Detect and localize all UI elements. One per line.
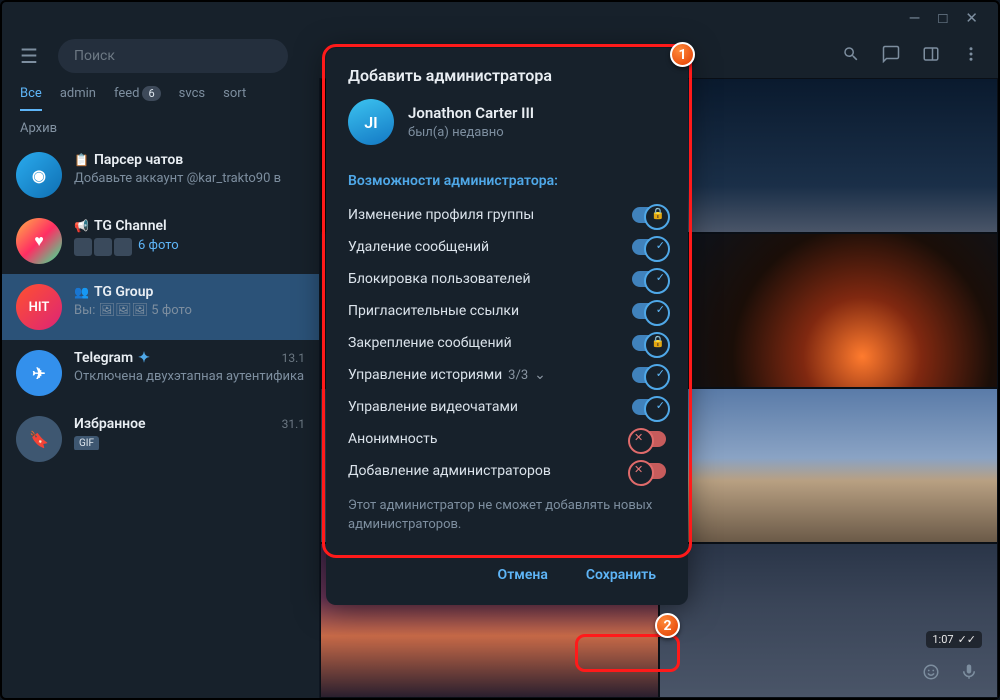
- cancel-button[interactable]: Отмена: [482, 559, 564, 591]
- chat-name: 📢TG Channel: [74, 218, 305, 234]
- chat-list-item[interactable]: ♥ 📢TG Channel 6 фото: [2, 208, 319, 274]
- chat-subtitle: Вы: 🖼🖼🖼 5 фото: [74, 303, 305, 318]
- chat-subtitle: Добавьте аккаунт @kar_trakto90 в: [74, 171, 305, 186]
- chat-avatar: ✈: [16, 350, 62, 396]
- annotation-marker-2: 2: [655, 613, 680, 638]
- permission-label: Блокировка пользователей: [348, 271, 531, 287]
- chat-name: Избранное31.1: [74, 416, 305, 432]
- chat-avatar: HIT: [16, 284, 62, 330]
- modal-user-row[interactable]: JI Jonathon Carter III был(а) недавно: [326, 99, 688, 163]
- mic-icon[interactable]: [960, 663, 978, 685]
- permission-label: Закрепление сообщений: [348, 335, 512, 351]
- permission-row: Управление видеочатами ✓: [326, 391, 688, 423]
- folder-tab[interactable]: feed6: [114, 86, 161, 111]
- permission-toggle[interactable]: ✓: [632, 399, 666, 415]
- chat-list-item[interactable]: HIT 👥TG Group Вы: 🖼🖼🖼 5 фото: [2, 274, 319, 340]
- sidepanel-icon[interactable]: [922, 45, 940, 67]
- media-timestamp: 1:07 ✓✓: [926, 631, 982, 648]
- chat-avatar: 🔖: [16, 416, 62, 462]
- chat-name: 👥TG Group: [74, 284, 305, 300]
- user-status: был(а) недавно: [408, 125, 534, 140]
- permission-row: Пригласительные ссылки ✓: [326, 295, 688, 327]
- gallery-item[interactable]: [659, 233, 998, 388]
- admin-modal: Добавить администратора JI Jonathon Cart…: [326, 48, 688, 605]
- permission-row: Закрепление сообщений 🔒: [326, 327, 688, 359]
- permission-row: Управление историями 3/3 ⌄ ✓: [326, 359, 688, 391]
- permission-row: Удаление сообщений ✓: [326, 231, 688, 263]
- search-input[interactable]: Поиск: [58, 39, 288, 73]
- annotation-marker-1: 1: [670, 42, 695, 67]
- permission-label: Управление видеочатами: [348, 399, 518, 415]
- search-icon[interactable]: [842, 45, 860, 67]
- permission-row: Анонимность ✕: [326, 423, 688, 455]
- permission-row: Изменение профиля группы 🔒: [326, 199, 688, 231]
- chat-subtitle: Отключена двухэтапная аутентифика: [74, 369, 305, 384]
- permission-row: Добавление администраторов ✕: [326, 455, 688, 487]
- chevron-down-icon[interactable]: ⌄: [534, 367, 546, 383]
- minimize-button[interactable]: —: [909, 9, 921, 27]
- more-icon[interactable]: [962, 45, 980, 67]
- gallery-item[interactable]: [659, 388, 998, 543]
- user-avatar: JI: [348, 99, 394, 145]
- permission-toggle[interactable]: ✕: [632, 463, 666, 479]
- modal-title: Добавить администратора: [326, 66, 688, 99]
- permission-toggle[interactable]: ✓: [632, 239, 666, 255]
- permission-toggle[interactable]: ✓: [632, 271, 666, 287]
- chat-avatar: ◉: [16, 152, 62, 198]
- maximize-button[interactable]: □: [938, 9, 947, 27]
- chat-list-item[interactable]: ◉ 📋Парсер чатов Добавьте аккаунт @kar_tr…: [2, 142, 319, 208]
- permission-label: Изменение профиля группы: [348, 207, 534, 223]
- perms-section-title: Возможности администратора:: [326, 163, 688, 199]
- permission-toggle[interactable]: ✓: [632, 367, 666, 383]
- search-placeholder: Поиск: [74, 48, 115, 64]
- folder-tab[interactable]: Все: [20, 86, 42, 111]
- window-titlebar: — □ ✕: [2, 2, 998, 34]
- chat-name: 📋Парсер чатов: [74, 152, 305, 168]
- permission-toggle[interactable]: 🔒: [632, 335, 666, 351]
- permission-label: Пригласительные ссылки: [348, 303, 519, 319]
- close-button[interactable]: ✕: [965, 9, 978, 27]
- verified-icon: ✦: [138, 350, 150, 366]
- chat-name: Telegram ✦13.1: [74, 350, 305, 366]
- folder-tab[interactable]: admin: [60, 86, 96, 111]
- permission-label: Анонимность: [348, 431, 437, 447]
- permission-toggle[interactable]: 🔒: [632, 207, 666, 223]
- folder-tab[interactable]: sort: [223, 86, 246, 111]
- chat-list-item[interactable]: ✈ Telegram ✦13.1 Отключена двухэтапная а…: [2, 340, 319, 406]
- user-name: Jonathon Carter III: [408, 104, 534, 122]
- emoji-icon[interactable]: [922, 663, 940, 685]
- permission-row: Блокировка пользователей ✓: [326, 263, 688, 295]
- permission-toggle[interactable]: ✓: [632, 303, 666, 319]
- modal-note: Этот администратор не сможет добавлять н…: [326, 487, 688, 551]
- save-button[interactable]: Сохранить: [570, 559, 672, 591]
- chat-avatar: ♥: [16, 218, 62, 264]
- chat-list-item[interactable]: 🔖 Избранное31.1 GIF: [2, 406, 319, 472]
- permission-label: Управление историями 3/3 ⌄: [348, 367, 546, 383]
- folder-tab[interactable]: svcs: [179, 86, 205, 111]
- menu-icon[interactable]: ☰: [20, 44, 44, 68]
- permission-label: Удаление сообщений: [348, 239, 489, 255]
- chat-list-pane: Все admin feed6 svcs sort Архив ◉ 📋Парсер ча…: [2, 78, 320, 698]
- permission-label: Добавление администраторов: [348, 463, 551, 479]
- chat-thumbs: 6 фото: [74, 238, 305, 256]
- read-icon: ✓✓: [958, 633, 976, 646]
- gallery-item[interactable]: [659, 78, 998, 233]
- permission-toggle[interactable]: ✕: [632, 431, 666, 447]
- archive-label: Архив: [2, 111, 319, 142]
- comments-icon[interactable]: [882, 45, 900, 67]
